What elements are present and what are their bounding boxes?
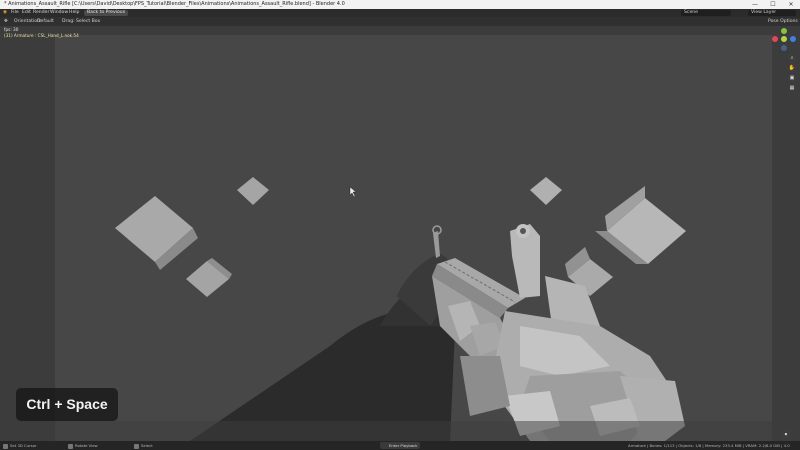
gizmo-z-axis-icon[interactable]	[790, 36, 796, 42]
top-menu-bar: ◉ File Edit Render Window Help Back to P…	[0, 9, 800, 17]
3d-viewport[interactable]: fps: 30 (31) Armature : CSL_Hand_L.nok.5…	[0, 26, 800, 441]
cube-right-large	[595, 186, 686, 264]
window-title-bar: * Animations_Assault_Rifle [C:\Users\Dav…	[0, 0, 800, 9]
status-set-cursor: Set 3D Cursor	[3, 441, 36, 450]
menu-render[interactable]: Render	[33, 9, 49, 17]
status-bar: Set 3D Cursor Rotate View Select Enter P…	[0, 441, 800, 450]
status-stats: Armature | Bones: 1/113 | Objects: 1/8 |…	[628, 443, 790, 448]
blender-logo-icon[interactable]: ◉	[3, 9, 7, 17]
keypress-badge: Ctrl + Space	[16, 388, 118, 421]
cube-right-small-top	[530, 177, 562, 205]
cube-left-small-top	[237, 177, 269, 205]
mouse-right-icon	[134, 443, 139, 449]
transform-icon[interactable]: ✥	[4, 17, 8, 26]
pose-options-dropdown[interactable]: Pose Options	[768, 17, 798, 26]
minimize-button[interactable]: —	[748, 0, 762, 9]
close-button[interactable]: ✕	[784, 0, 798, 9]
drag-dropdown[interactable]: Select Box	[76, 17, 100, 26]
status-select: Select	[134, 441, 153, 450]
back-to-previous-button[interactable]: Back to Previous	[84, 10, 129, 16]
view-layer-selector[interactable]: View Layer	[748, 10, 796, 16]
pan-hand-icon[interactable]: ✋	[788, 64, 796, 72]
menu-help[interactable]: Help	[69, 9, 79, 17]
status-rotate-view: Rotate View	[68, 441, 98, 450]
character-arm	[190, 254, 455, 441]
zoom-icon[interactable]: ⌕	[788, 54, 796, 62]
mouse-left-icon	[3, 443, 8, 449]
enter-playback-button[interactable]: Enter Playback	[380, 442, 421, 449]
perspective-toggle-icon[interactable]: ▦	[788, 84, 796, 92]
gizmo-neg-z-axis-icon[interactable]	[781, 45, 787, 51]
scene-selector[interactable]: Scene	[681, 10, 731, 16]
camera-view-icon[interactable]: ▣	[788, 74, 796, 82]
cube-left-large	[115, 196, 198, 270]
cube-left-small-bottom	[186, 258, 232, 297]
drag-label: Drag:	[62, 19, 75, 24]
overlay-badge-icon: ◼	[781, 430, 791, 438]
viewport-header: ✥ Orientation: Default Drag: Select Box …	[0, 17, 800, 26]
menu-window[interactable]: Window	[50, 9, 68, 17]
gizmo-x-axis-icon[interactable]	[772, 36, 778, 42]
gizmo-center-icon[interactable]	[781, 36, 787, 42]
maximize-button[interactable]: ☐	[766, 0, 780, 9]
orientation-dropdown[interactable]: Default	[37, 17, 54, 26]
viewport-scene	[55, 177, 772, 441]
viewport-context-text: (31) Armature : CSL_Hand_L.nok.54	[4, 33, 79, 38]
fps-readout: fps: 30	[4, 27, 19, 32]
window-title: * Animations_Assault_Rifle [C:\Users\Dav…	[4, 1, 345, 7]
menu-file[interactable]: File	[11, 9, 19, 17]
gizmo-y-axis-icon[interactable]	[781, 28, 787, 34]
mouse-middle-icon	[68, 443, 73, 449]
menu-edit[interactable]: Edit	[22, 9, 31, 17]
